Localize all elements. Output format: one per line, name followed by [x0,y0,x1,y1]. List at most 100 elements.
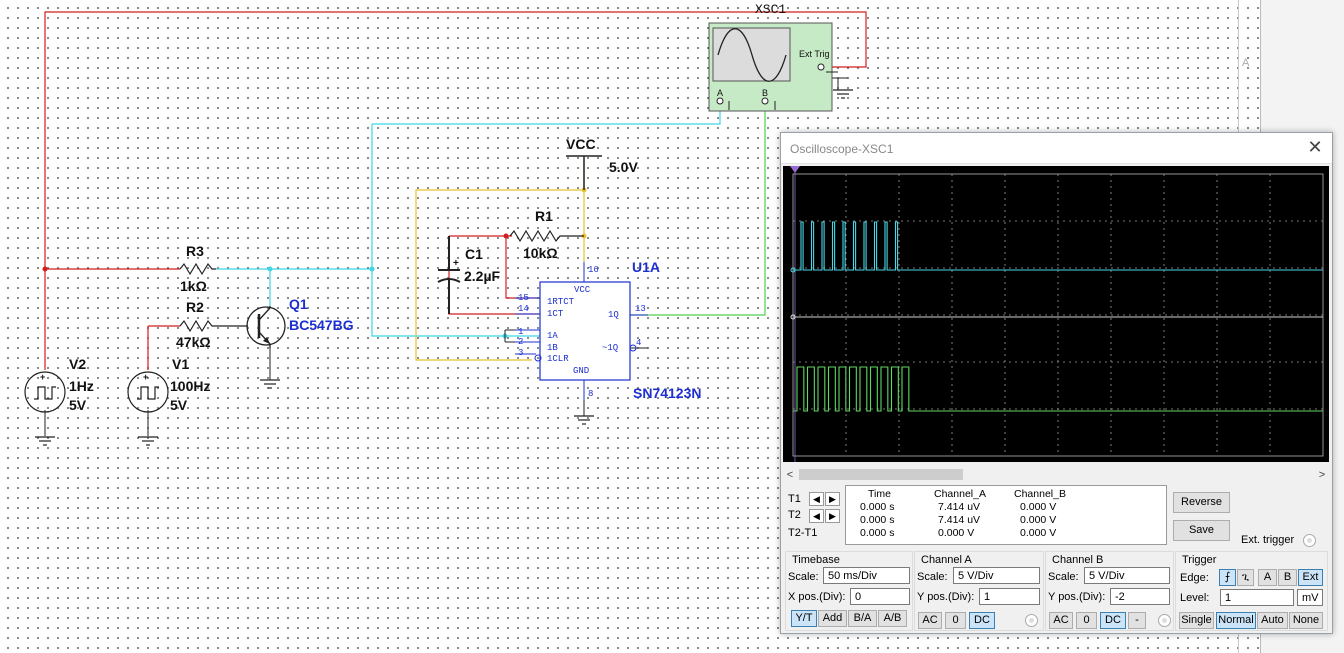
oscilloscope-window[interactable]: Oscilloscope-XSC1 ✕ < > T1 T2 T2-T1 ◀ ▶ … [780,132,1333,634]
channel-a-ypos-field[interactable]: 1 [979,588,1040,605]
scroll-left-icon[interactable]: < [783,467,797,483]
channel-a-scale-field[interactable]: 5 V/Div [953,567,1040,584]
measurement-table: Time Channel_A Channel_B 0.000 s 7.414 u… [845,485,1167,545]
channel-b-group: Channel B Scale: 5 V/Div Y pos.(Div): -2… [1045,551,1174,631]
window-titlebar[interactable]: Oscilloscope-XSC1 ✕ [781,133,1332,164]
svg-text:GND: GND [573,366,589,376]
ext-trigger-radio[interactable] [1303,534,1316,547]
yt-mode-button[interactable]: Y/T [791,610,817,627]
timebase-scale-field[interactable]: 50 ms/Div [823,567,910,584]
t2-right-arrow-icon[interactable]: ▶ [825,509,840,523]
channel-a-group: Channel A Scale: 5 V/Div Y pos.(Div): 1 … [914,551,1044,631]
channel-b-radio[interactable] [1158,614,1171,627]
vcc-label: VCC [566,136,596,152]
ic-u1a[interactable]: VCC 1RTCT 1CT 1A 1B 1CLR GND 1Q ~1Q 16 1… [515,262,648,400]
channel-a-dc-button[interactable]: DC [969,612,995,629]
save-button[interactable]: Save [1173,520,1230,541]
trigger-level-field[interactable]: 1 [1220,589,1294,606]
svg-text:14: 14 [518,304,529,314]
vcc-value: 5.0V [609,159,638,175]
q1-name: Q1 [289,296,308,312]
horizontal-scrollbar[interactable]: < > [783,467,1329,483]
c1-value: 2.2µF [464,268,501,284]
ab-mode-button[interactable]: A/B [878,610,907,627]
channel-b-zero-button[interactable]: 0 [1076,612,1097,629]
svg-text:1B: 1B [547,343,558,353]
channel-b-ypos-field[interactable]: -2 [1110,588,1170,605]
scope-traces [790,166,1324,462]
trigger-source-b-button[interactable]: B [1278,569,1297,586]
t1-right-arrow-icon[interactable]: ▶ [825,492,840,506]
junction-dot [503,233,509,239]
scroll-thumb[interactable] [799,469,963,480]
svg-text:VCC: VCC [574,285,591,295]
t2-left-arrow-icon[interactable]: ◀ [809,509,824,523]
resistor-r1-icon[interactable] [509,229,584,243]
ba-mode-button[interactable]: B/A [848,610,877,627]
channel-a-zero-button[interactable]: 0 [945,612,966,629]
svg-text:1RTCT: 1RTCT [547,297,575,307]
svg-text:+: + [143,372,148,382]
cursor-diff-label: T2-T1 [788,527,818,539]
svg-text:8: 8 [588,389,593,399]
channel-b-invert-button[interactable]: - [1128,612,1146,629]
trigger-level-unit[interactable]: mV [1297,589,1323,606]
right-marker: A [1242,57,1250,69]
svg-text:3: 3 [518,348,523,358]
u1-name: U1A [632,259,660,275]
r3-name: R3 [186,243,204,259]
trigger-normal-button[interactable]: Normal [1216,612,1256,629]
reverse-button[interactable]: Reverse [1173,492,1230,513]
green-wires[interactable] [630,108,766,316]
c1-plus: + [453,258,459,269]
scroll-right-icon[interactable]: > [1315,467,1329,483]
cursor-readout-panel: T1 T2 T2-T1 ◀ ▶ ◀ ▶ Time Channel_A Chann… [783,485,1329,547]
svg-text:13: 13 [635,304,646,314]
channel-a-ac-button[interactable]: AC [918,612,942,629]
cursor-t2-label: T2 [788,509,801,521]
ground-icon [35,89,853,446]
svg-text:1CT: 1CT [547,309,564,319]
trigger-source-a-button[interactable]: A [1258,569,1277,586]
timebase-group: Timebase Scale: 50 ms/Div X pos.(Div): 0… [785,551,913,631]
channel-a-title: Channel A [921,554,972,566]
trigger-single-button[interactable]: Single [1179,612,1214,629]
r2-value: 47kΩ [176,334,211,350]
channel-b-dc-button[interactable]: DC [1100,612,1126,629]
resistor-r2-icon[interactable] [179,319,248,333]
v2-name: V2 [69,356,86,372]
falling-edge-icon[interactable]: ጊ [1237,569,1254,586]
timebase-title: Timebase [792,554,840,566]
trigger-source-ext-button[interactable]: Ext [1298,569,1323,586]
svg-text:16: 16 [588,265,599,275]
svg-text:1Q: 1Q [608,310,619,320]
close-icon[interactable]: ✕ [1306,137,1324,157]
svg-text:15: 15 [518,293,529,303]
ext-trigger-label: Ext. trigger [1241,534,1295,546]
add-mode-button[interactable]: Add [818,610,847,627]
channel-a-pin-label: A [717,88,723,98]
channel-b-ac-button[interactable]: AC [1049,612,1073,629]
scope-name: XSC1 [755,2,786,17]
channel-b-scale-field[interactable]: 5 V/Div [1084,567,1170,584]
channel-a-radio[interactable] [1025,614,1038,627]
v1-freq: 100Hz [170,378,210,394]
rising-edge-icon[interactable]: ⨍ [1219,569,1236,586]
v1-name: V1 [172,356,189,372]
r3-value: 1kΩ [180,278,207,294]
trigger-title: Trigger [1182,554,1217,566]
trigger-none-button[interactable]: None [1289,612,1323,629]
v2-freq: 1Hz [69,378,94,394]
timebase-xpos-field[interactable]: 0 [850,588,910,605]
trigger-group: Trigger Edge: ⨍ ጊ A B Ext Level: 1 mV Si… [1175,551,1328,631]
oscilloscope-instrument-xsc1[interactable] [708,22,838,112]
svg-text:4: 4 [636,338,641,348]
t1-left-arrow-icon[interactable]: ◀ [809,492,824,506]
trigger-auto-button[interactable]: Auto [1257,612,1288,629]
svg-text:1CLR: 1CLR [547,354,569,364]
resistor-r3-icon[interactable] [179,262,216,276]
v1-amp: 5V [170,397,188,413]
svg-text:1: 1 [518,327,523,337]
svg-text:~1Q: ~1Q [602,343,618,353]
scope-display[interactable] [783,166,1329,462]
